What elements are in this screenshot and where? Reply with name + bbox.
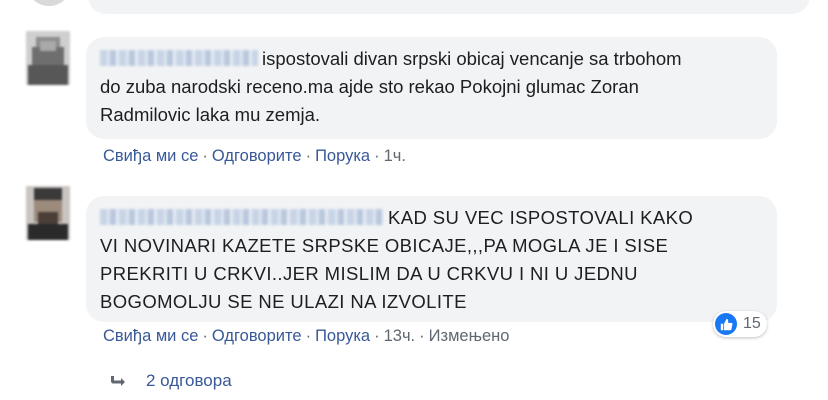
view-replies-link[interactable]: 2 одговора — [110, 371, 232, 391]
comment-line: BOGOMOLJU SE NE ULAZI NA IZVOLITE — [100, 291, 467, 312]
redacted-author-name[interactable] — [100, 209, 384, 225]
reply-link[interactable]: Одговорите — [212, 327, 302, 345]
avatar[interactable] — [26, 31, 70, 85]
separator-dot: · — [305, 327, 312, 345]
separator-dot: · — [202, 327, 208, 345]
reaction-summary[interactable]: 15 — [713, 311, 767, 337]
separator-dot: · — [374, 327, 380, 345]
like-link[interactable]: Свиђа ми се — [103, 147, 198, 165]
comment-line: KAD SU VEC ISPOSTOVALI KAKO — [388, 207, 694, 228]
redacted-author-name[interactable] — [100, 50, 258, 66]
reply-link[interactable]: Одговорите — [212, 147, 302, 165]
separator-dot: · — [202, 147, 208, 165]
avatar[interactable] — [26, 186, 70, 240]
separator-dot: · — [419, 327, 425, 345]
comment-line: VI NOVINARI KAZETE SRPSKE OBICAJE,,,PA M… — [100, 235, 669, 256]
comment-bubble: ispostovali divan srpski obicaj vencanje… — [86, 37, 777, 139]
like-link[interactable]: Свиђа ми се — [103, 327, 198, 345]
timestamp[interactable]: 13ч. — [384, 327, 416, 345]
separator-dot: · — [305, 147, 312, 165]
comment-line: Radmilovic laka mu zemja. — [100, 104, 321, 125]
reaction-count: 15 — [743, 315, 761, 332]
comment-actions: Свиђа ми се · Одговорите · Порука · 1ч. — [103, 147, 406, 166]
comment-text: KAD SU VEC ISPOSTOVALI KAKO VI NOVINARI … — [100, 204, 763, 316]
comment-line: do zuba narodski receno.ma ajde sto reka… — [100, 76, 639, 97]
comment-bubble — [88, 0, 810, 14]
comment-text: ispostovali divan srpski obicaj vencanje… — [100, 45, 763, 129]
edited-label[interactable]: Измењено — [429, 327, 510, 345]
comment-line: PREKRITI U CRKVI..JER MISLIM DA U CRKVU … — [100, 263, 638, 284]
reply-arrow-icon — [110, 374, 126, 388]
comment-line: ispostovali divan srpski obicaj vencanje… — [262, 48, 682, 69]
comment-actions: Свиђа ми се · Одговорите · Порука · 13ч. · Измењ… — [103, 327, 509, 346]
replies-count-label[interactable]: 2 одговора — [146, 371, 232, 391]
timestamp[interactable]: 1ч. — [384, 147, 406, 165]
avatar[interactable] — [26, 0, 72, 6]
thumbs-up-icon — [715, 313, 737, 335]
comment-bubble: KAD SU VEC ISPOSTOVALI KAKO VI NOVINARI … — [86, 196, 777, 322]
message-link[interactable]: Порука — [315, 147, 370, 165]
separator-dot: · — [374, 147, 380, 165]
message-link[interactable]: Порука — [315, 327, 370, 345]
